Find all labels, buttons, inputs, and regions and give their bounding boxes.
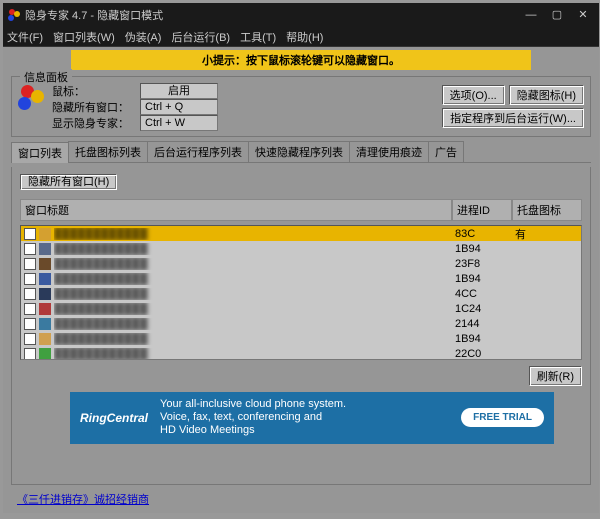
tab-body: 隐藏所有窗口(H) 窗口标题 进程ID 托盘图标 ████████████83C…	[11, 167, 591, 485]
titlebar: 隐身专家 4.7 - 隐藏窗口模式 — ▢ ✕	[3, 3, 599, 27]
tab-tray-list[interactable]: 托盘图标列表	[68, 141, 148, 162]
col-pid[interactable]: 进程ID	[452, 199, 512, 221]
row-pid: 1B94	[451, 273, 511, 285]
ad-text: Your all-inclusive cloud phone system. V…	[160, 398, 449, 438]
table-row[interactable]: ████████████23F8	[21, 256, 581, 271]
table-row[interactable]: ████████████83C有	[21, 226, 581, 241]
row-title: ████████████	[54, 333, 451, 345]
tab-cleanup[interactable]: 清理使用痕迹	[349, 141, 429, 162]
row-pid: 1B94	[451, 333, 511, 345]
app-icon	[7, 8, 21, 22]
row-pid: 23F8	[451, 258, 511, 270]
row-pid: 4CC	[451, 288, 511, 300]
row-checkbox[interactable]	[24, 303, 36, 315]
color-balls-icon	[18, 85, 46, 129]
row-title: ████████████	[54, 273, 451, 285]
tab-background-list[interactable]: 后台运行程序列表	[147, 141, 249, 162]
table-row[interactable]: ████████████1B94	[21, 331, 581, 346]
row-checkbox[interactable]	[24, 258, 36, 270]
options-button[interactable]: 选项(O)...	[442, 85, 505, 105]
row-title: ████████████	[54, 348, 451, 360]
footer: 《三仟进销存》诚招经销商	[11, 489, 591, 509]
ad-cta-button[interactable]: FREE TRIAL	[461, 408, 544, 427]
table-row[interactable]: ████████████1B94	[21, 241, 581, 256]
table-row[interactable]: ████████████1B94	[21, 271, 581, 286]
row-checkbox[interactable]	[24, 243, 36, 255]
ad-brand: RingCentral	[80, 411, 148, 425]
row-app-icon	[39, 333, 51, 345]
row-pid: 1B94	[451, 243, 511, 255]
list-header: 窗口标题 进程ID 托盘图标	[20, 199, 582, 221]
window-list[interactable]: ████████████83C有████████████1B94████████…	[20, 225, 582, 360]
row-pid: 1C24	[451, 303, 511, 315]
row-pid: 83C	[451, 228, 511, 240]
tab-window-list[interactable]: 窗口列表	[11, 142, 69, 163]
menu-window-list[interactable]: 窗口列表(W)	[53, 29, 115, 45]
row-title: ████████████	[54, 228, 451, 240]
row-app-icon	[39, 303, 51, 315]
row-app-icon	[39, 348, 51, 360]
row-pid: 2144	[451, 318, 511, 330]
row-checkbox[interactable]	[24, 228, 36, 240]
ad-banner[interactable]: RingCentral Your all-inclusive cloud pho…	[70, 392, 554, 444]
mouse-value: 启用	[140, 83, 218, 99]
menu-tools[interactable]: 工具(T)	[240, 29, 276, 45]
menu-disguise[interactable]: 伪装(A)	[125, 29, 162, 45]
tab-quick-hide-list[interactable]: 快速隐藏程序列表	[248, 141, 350, 162]
row-app-icon	[39, 258, 51, 270]
tab-ads[interactable]: 广告	[428, 141, 464, 162]
footer-link[interactable]: 《三仟进销存》诚招经销商	[17, 494, 149, 506]
col-tray[interactable]: 托盘图标	[512, 199, 582, 221]
table-row[interactable]: ████████████22C0	[21, 346, 581, 360]
row-app-icon	[39, 273, 51, 285]
hide-all-windows-button[interactable]: 隐藏所有窗口(H)	[20, 174, 117, 190]
row-title: ████████████	[54, 258, 451, 270]
hide-icon-button[interactable]: 隐藏图标(H)	[509, 85, 584, 105]
tabs: 窗口列表 托盘图标列表 后台运行程序列表 快速隐藏程序列表 清理使用痕迹 广告	[11, 141, 591, 163]
row-app-icon	[39, 318, 51, 330]
info-panel: 信息面板 鼠标： 启用 隐藏所有窗口： Ctrl + Q 显示隐身专家：	[11, 76, 591, 137]
table-row[interactable]: ████████████4CC	[21, 286, 581, 301]
hide-all-label: 隐藏所有窗口：	[52, 99, 134, 115]
close-button[interactable]: ✕	[571, 6, 595, 24]
show-app-label: 显示隐身专家：	[52, 115, 134, 131]
menu-file[interactable]: 文件(F)	[7, 29, 43, 45]
minimize-button[interactable]: —	[519, 6, 543, 24]
row-title: ████████████	[54, 243, 451, 255]
row-title: ████████████	[54, 288, 451, 300]
show-app-hotkey: Ctrl + W	[140, 115, 218, 131]
row-checkbox[interactable]	[24, 273, 36, 285]
maximize-button[interactable]: ▢	[545, 6, 569, 24]
menu-help[interactable]: 帮助(H)	[286, 29, 323, 45]
row-checkbox[interactable]	[24, 348, 36, 360]
row-title: ████████████	[54, 303, 451, 315]
specify-background-button[interactable]: 指定程序到后台运行(W)...	[442, 108, 584, 128]
row-tray: 有	[511, 226, 581, 242]
menu-background[interactable]: 后台运行(B)	[171, 29, 230, 45]
row-app-icon	[39, 228, 51, 240]
row-app-icon	[39, 288, 51, 300]
row-app-icon	[39, 243, 51, 255]
row-title: ████████████	[54, 318, 451, 330]
hide-all-hotkey: Ctrl + Q	[140, 99, 218, 115]
window-title: 隐身专家 4.7 - 隐藏窗口模式	[25, 7, 517, 23]
row-checkbox[interactable]	[24, 288, 36, 300]
refresh-button[interactable]: 刷新(R)	[529, 366, 582, 386]
info-panel-legend: 信息面板	[20, 69, 72, 85]
row-checkbox[interactable]	[24, 333, 36, 345]
menubar: 文件(F) 窗口列表(W) 伪装(A) 后台运行(B) 工具(T) 帮助(H)	[3, 27, 599, 47]
tip-banner: 小提示：按下鼠标滚轮键可以隐藏窗口。	[71, 50, 531, 70]
col-title[interactable]: 窗口标题	[20, 199, 452, 221]
table-row[interactable]: ████████████2144	[21, 316, 581, 331]
table-row[interactable]: ████████████1C24	[21, 301, 581, 316]
row-checkbox[interactable]	[24, 318, 36, 330]
row-pid: 22C0	[451, 348, 511, 360]
